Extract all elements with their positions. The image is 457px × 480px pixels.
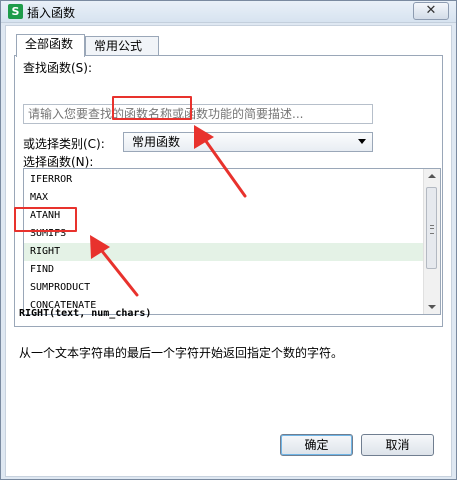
list-item[interactable]: IFERROR [24,171,424,189]
chevron-down-icon[interactable] [358,139,366,144]
tab-common-formulas[interactable]: 常用公式 [85,36,159,56]
annotation-box-right [14,207,77,232]
list-item[interactable]: ATANH [24,207,424,225]
close-icon: ✕ [425,3,437,18]
scroll-up-icon[interactable] [428,174,436,178]
app-icon: S [8,4,23,19]
dialog-title: 插入函数 [27,6,76,20]
ok-button[interactable]: 确定 [280,434,353,456]
annotation-box-category [112,96,192,120]
dialog-body: 全部函数 常用公式 查找函数(S): 或选择类别(C): 常用函数 选择函数(N… [5,25,452,477]
grip-icon [430,225,434,234]
insert-function-dialog: S 插入函数 ✕ 全部函数 常用公式 查找函数(S): 或选择类别(C): 常用… [0,0,457,480]
list-item-selected[interactable]: RIGHT [24,243,424,261]
list-item[interactable]: MAX [24,189,424,207]
all-functions-panel: 查找函数(S): 或选择类别(C): 常用函数 选择函数(N): IFERROR… [14,55,443,327]
function-description: 从一个文本字符串的最后一个字符开始返回指定个数的字符。 [19,346,344,360]
tab-all-functions[interactable]: 全部函数 [16,34,85,57]
list-item[interactable]: SUMIFS [24,225,424,243]
category-label: 或选择类别(C): [23,137,105,151]
list-item[interactable]: SUMPRODUCT [24,279,424,297]
scrollbar-thumb[interactable] [426,187,437,269]
function-listbox[interactable]: IFERROR MAX ATANH SUMIFS RIGHT FIND SUMP… [23,168,441,315]
list-item[interactable]: FIND [24,261,424,279]
category-selected-value: 常用函数 [132,135,181,149]
search-label: 查找函数(S): [23,61,93,75]
search-input[interactable] [23,104,373,124]
close-button[interactable]: ✕ [413,2,449,20]
list-scrollbar[interactable] [423,169,440,314]
scroll-down-icon[interactable] [428,305,436,309]
function-signature: RIGHT(text, num_chars) [19,308,152,319]
category-select[interactable]: 常用函数 [123,132,373,152]
function-list: IFERROR MAX ATANH SUMIFS RIGHT FIND SUMP… [24,171,424,314]
cancel-button[interactable]: 取消 [361,434,434,456]
title-bar[interactable]: S 插入函数 ✕ [1,1,456,23]
